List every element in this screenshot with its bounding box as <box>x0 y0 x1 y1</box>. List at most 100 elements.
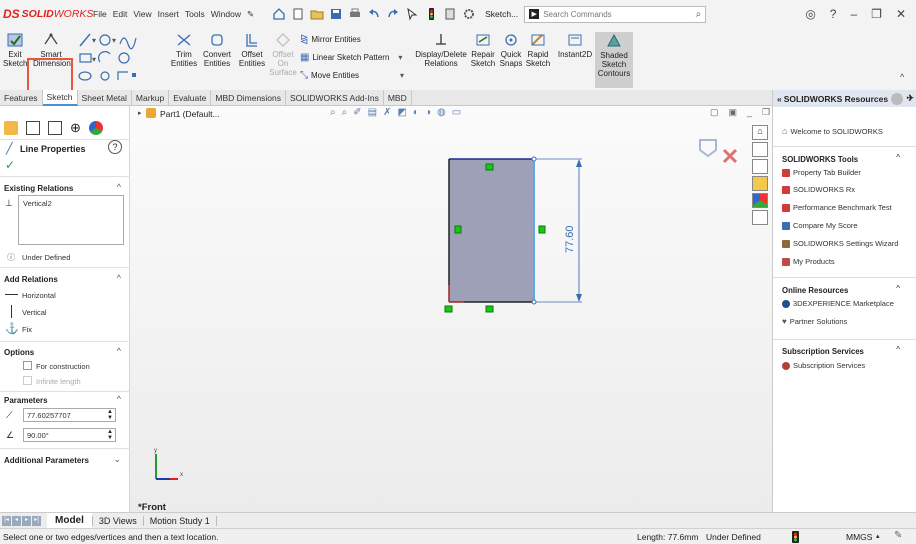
appearances-tab-icon[interactable] <box>752 193 768 208</box>
hide-show-icon[interactable]: ◐ <box>413 107 419 118</box>
file-explorer-tab-icon[interactable] <box>752 159 768 174</box>
search-icon[interactable]: ⌕ <box>696 9 702 20</box>
menu-tools[interactable]: Tools <box>185 9 205 20</box>
linear-sketch-pattern-button[interactable]: ▦ Linear Sketch Pattern ▾ <box>300 52 402 63</box>
subscription-services-header[interactable]: Subscription Services <box>782 347 864 356</box>
resources-tab-icon[interactable]: ⌂ <box>752 125 768 140</box>
part-tree-item[interactable]: Part1 (Default... <box>160 109 220 119</box>
tool-settings-wizard[interactable]: SOLIDWORKS Settings Wizard <box>782 239 898 248</box>
tool-property-tab-builder[interactable]: Property Tab Builder <box>782 168 861 177</box>
solidworks-tools-header[interactable]: SOLIDWORKS Tools <box>782 155 858 164</box>
search-input[interactable]: Search Commands <box>543 10 611 19</box>
tab-mbd[interactable]: MBD <box>384 90 412 106</box>
last-tab-icon[interactable]: ▸| <box>32 515 41 526</box>
chevron-up-icon[interactable]: ^ <box>117 182 121 192</box>
chevron-up-icon[interactable]: ^ <box>896 153 900 162</box>
previous-tab-icon[interactable]: ◂ <box>12 515 21 526</box>
quick-snaps-button[interactable]: Quick Snaps <box>499 32 523 68</box>
help-icon[interactable]: ? <box>830 7 837 21</box>
zoom-area-icon[interactable]: ⌕ <box>342 107 348 118</box>
shaded-sketch-contours-button[interactable]: Shaded Sketch Contours <box>595 32 633 88</box>
exit-sketch-button[interactable]: Exit Sketch <box>2 32 28 68</box>
display-delete-relations-button[interactable]: Display/Delete Relations <box>414 32 468 68</box>
edit-appearance-icon[interactable]: ◑ <box>425 107 431 118</box>
menu-file[interactable]: File <box>93 9 107 20</box>
collapse-ribbon-icon[interactable]: ^ <box>900 72 904 82</box>
relation-horizontal[interactable]: Horizontal <box>22 291 56 300</box>
chevron-up-icon[interactable]: ^ <box>117 346 121 356</box>
convert-entities-button[interactable]: Convert Entities <box>200 32 234 68</box>
add-relations-header[interactable]: Add Relations <box>4 275 58 284</box>
coincident-marker[interactable] <box>444 305 453 313</box>
print-icon[interactable] <box>348 7 362 21</box>
tool-compare-my-score[interactable]: Compare My Score <box>782 221 858 230</box>
chevron-down-icon[interactable]: ⌄ <box>113 454 121 465</box>
sketch-tools-icons[interactable]: ▾ ▾ ▾ <box>78 32 138 88</box>
tool-solidworks-rx[interactable]: SOLIDWORKS Rx <box>782 185 855 194</box>
for-construction-checkbox[interactable] <box>23 361 32 370</box>
home-icon[interactable] <box>272 7 286 21</box>
chevron-down-icon[interactable]: ▾ <box>398 53 402 62</box>
welcome-link[interactable]: ⌂ Welcome to SOLIDWORKS <box>782 126 883 136</box>
vertical-icon[interactable] <box>11 305 12 318</box>
additional-parameters-header[interactable]: Additional Parameters <box>4 456 89 465</box>
menu-window[interactable]: Window <box>211 9 241 20</box>
dimension-value[interactable]: 77.60 <box>564 225 576 253</box>
offset-on-surface-button[interactable]: Offset On Surface <box>268 32 298 77</box>
viewport-restore-button[interactable]: ❐ <box>762 107 770 118</box>
tab-sheet-metal[interactable]: Sheet Metal <box>78 90 132 106</box>
horizontal-relation-marker-bottom[interactable] <box>485 305 494 313</box>
trim-entities-button[interactable]: Trim Entities <box>170 32 198 68</box>
user-icon[interactable]: ◎ <box>805 7 815 21</box>
display-style-icon[interactable]: ◩ <box>397 107 406 118</box>
endpoint-bottom[interactable] <box>531 299 537 305</box>
quick-tips-icon[interactable]: ✎ <box>894 530 902 541</box>
tool-my-products[interactable]: My Products <box>782 257 835 266</box>
viewport-minimize-button[interactable]: _ <box>747 107 752 118</box>
first-tab-icon[interactable]: |◂ <box>2 515 11 526</box>
select-cursor-icon[interactable] <box>405 7 419 21</box>
sketch-geometry[interactable]: 77.60 <box>430 151 590 321</box>
infinite-length-checkbox[interactable] <box>23 376 32 385</box>
options-gear-icon[interactable] <box>462 7 476 21</box>
dimxpert-icon[interactable]: ⊕ <box>70 121 81 135</box>
display-manager-icon[interactable] <box>88 121 103 135</box>
ok-check-icon[interactable]: ✓ <box>5 158 15 172</box>
pin-icon[interactable]: ✈ <box>906 93 914 104</box>
fix-icon[interactable]: ⚓ <box>5 322 19 335</box>
menu-insert[interactable]: Insert <box>158 9 179 20</box>
new-document-icon[interactable] <box>291 7 305 21</box>
horizontal-icon[interactable] <box>5 294 18 295</box>
instant2d-button[interactable]: Instant2D <box>555 32 595 59</box>
save-icon[interactable] <box>329 7 343 21</box>
rebuild-traffic-icon[interactable] <box>792 531 799 543</box>
link-3dexperience-marketplace[interactable]: 3DEXPERIENCE Marketplace <box>782 299 894 308</box>
tree-expand-icon[interactable]: ▸ <box>138 109 142 117</box>
close-button[interactable]: ✕ <box>896 7 906 21</box>
tab-sketch[interactable]: Sketch <box>42 90 78 106</box>
tab-3d-views[interactable]: 3D Views <box>91 515 143 526</box>
chevron-left-icon[interactable]: « <box>777 94 782 104</box>
viewport-tile-icon[interactable]: ▢ <box>710 107 719 118</box>
tab-model[interactable]: Model <box>47 513 92 528</box>
horizontal-relation-marker[interactable] <box>485 163 494 171</box>
view-orientation-icon[interactable]: ✗ <box>383 107 391 118</box>
link-subscription-services[interactable]: Subscription Services <box>782 361 865 370</box>
relation-fix[interactable]: Fix <box>22 325 32 334</box>
design-library-tab-icon[interactable] <box>752 142 768 157</box>
angle-spinner-icon[interactable]: ▲ ▼ <box>107 429 113 441</box>
view-palette-tab-icon[interactable] <box>752 176 768 191</box>
options-header[interactable]: Options <box>4 348 34 357</box>
endpoint-top[interactable] <box>531 156 537 162</box>
chevron-up-icon[interactable]: ▴ <box>876 532 880 540</box>
property-manager-icon[interactable] <box>26 121 40 135</box>
vertical-relation-marker-left[interactable] <box>454 225 462 234</box>
restore-button[interactable]: ❐ <box>871 7 882 21</box>
mirror-entities-button[interactable]: ⧎ Mirror Entities <box>300 34 361 45</box>
undo-icon[interactable] <box>367 7 381 21</box>
offset-entities-button[interactable]: Offset Entities <box>236 32 268 68</box>
next-tab-icon[interactable]: ▸ <box>22 515 31 526</box>
length-input[interactable]: 77.60257707 ▲ ▼ <box>23 408 116 422</box>
redo-icon[interactable] <box>386 7 400 21</box>
chevron-up-icon[interactable]: ^ <box>117 394 121 404</box>
